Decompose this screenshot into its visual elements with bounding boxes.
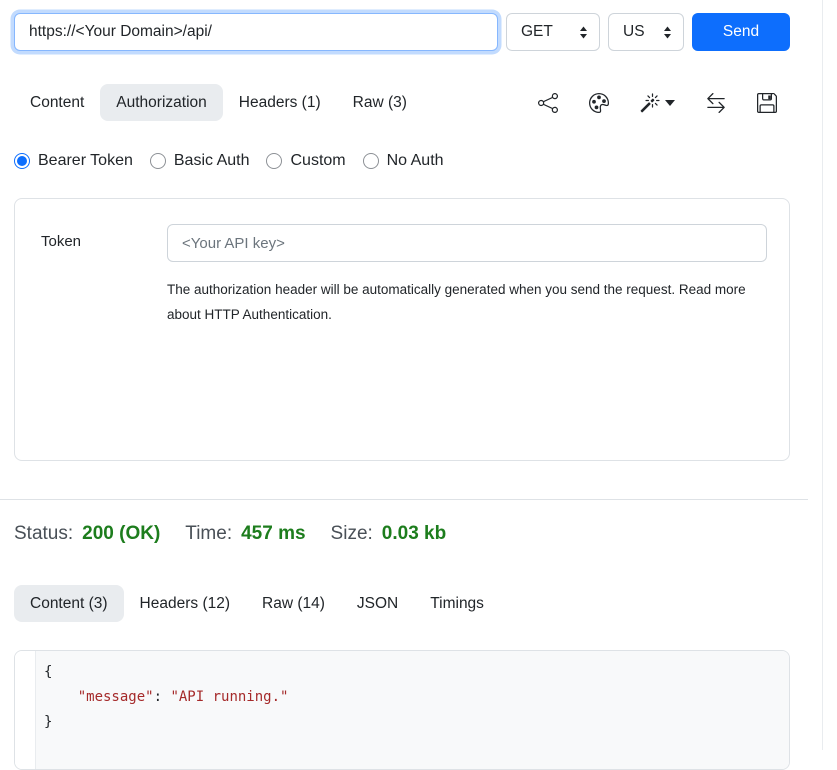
response-tabs: Content (3) Headers (12) Raw (14) JSON T… (14, 585, 790, 622)
radio-label: Bearer Token (38, 152, 133, 170)
token-field: The authorization header will be automat… (167, 224, 767, 460)
request-bar: GET US Send (14, 13, 790, 51)
code-separator: : (154, 689, 171, 705)
response-summary: Status: 200 (OK) Time: 457 ms Size: 0.03… (14, 521, 790, 547)
url-input[interactable] (14, 13, 498, 51)
tab-authorization[interactable]: Authorization (100, 84, 222, 121)
size-group: Size: 0.03 kb (331, 521, 447, 547)
radio-label: No Auth (387, 152, 444, 170)
tab-response-headers[interactable]: Headers (12) (124, 585, 246, 622)
tab-response-json[interactable]: JSON (341, 585, 414, 622)
auth-type-options: Bearer Token Basic Auth Custom No Auth (14, 152, 790, 170)
chevron-down-icon (665, 100, 675, 106)
tab-content[interactable]: Content (14, 84, 100, 121)
section-divider (0, 499, 808, 500)
time-group: Time: 457 ms (185, 521, 305, 547)
code-open-brace: { (44, 664, 52, 680)
bearer-token-panel: Token The authorization header will be a… (14, 198, 790, 461)
tab-raw[interactable]: Raw (3) (337, 84, 423, 121)
swap-arrows-icon[interactable] (706, 93, 726, 113)
send-button[interactable]: Send (692, 13, 790, 51)
size-value: 0.03 kb (382, 521, 446, 547)
save-icon[interactable] (757, 93, 777, 113)
tab-headers[interactable]: Headers (1) (223, 84, 337, 121)
radio-bearer-token[interactable]: Bearer Token (14, 152, 133, 170)
request-tabs: Content Authorization Headers (1) Raw (3… (14, 84, 790, 121)
radio-icon (363, 153, 379, 169)
radio-no-auth[interactable]: No Auth (363, 152, 444, 170)
magic-wand-icon[interactable] (640, 93, 675, 113)
status-value: 200 (OK) (82, 521, 160, 547)
method-select[interactable]: GET (506, 13, 600, 51)
region-select[interactable]: US (608, 13, 684, 51)
tab-response-content[interactable]: Content (3) (14, 585, 124, 622)
page-edge-divider (822, 0, 823, 750)
status-group: Status: 200 (OK) (14, 521, 160, 547)
radio-label: Basic Auth (174, 152, 250, 170)
main-content: GET US Send Content Authorization Header… (14, 0, 790, 770)
select-arrows-icon (663, 26, 672, 39)
auth-help-text: The authorization header will be automat… (167, 277, 747, 327)
radio-label: Custom (290, 152, 345, 170)
code-value: "API running." (170, 689, 288, 705)
region-select-value: US (623, 23, 645, 41)
tab-response-raw[interactable]: Raw (14) (246, 585, 341, 622)
token-label: Token (41, 224, 167, 460)
time-label: Time: (185, 521, 232, 547)
time-value: 457 ms (241, 521, 305, 547)
share-icon[interactable] (538, 93, 558, 113)
radio-basic-auth[interactable]: Basic Auth (150, 152, 250, 170)
radio-selected-icon (14, 153, 30, 169)
toolbar (538, 93, 790, 113)
tab-response-timings[interactable]: Timings (414, 585, 500, 622)
response-json-code: { "message": "API running."} (44, 660, 779, 735)
method-select-value: GET (521, 23, 553, 41)
response-body-panel: { "message": "API running."} (14, 650, 790, 770)
status-label: Status: (14, 521, 73, 547)
size-label: Size: (331, 521, 373, 547)
code-indent (44, 689, 78, 705)
radio-icon (266, 153, 282, 169)
token-input[interactable] (167, 224, 767, 262)
code-area: { "message": "API running."} (35, 651, 789, 769)
palette-icon[interactable] (589, 93, 609, 113)
code-close-brace: } (44, 714, 52, 730)
select-arrows-icon (579, 26, 588, 39)
radio-custom[interactable]: Custom (266, 152, 345, 170)
radio-icon (150, 153, 166, 169)
code-gutter (15, 651, 35, 769)
code-key: "message" (78, 689, 154, 705)
